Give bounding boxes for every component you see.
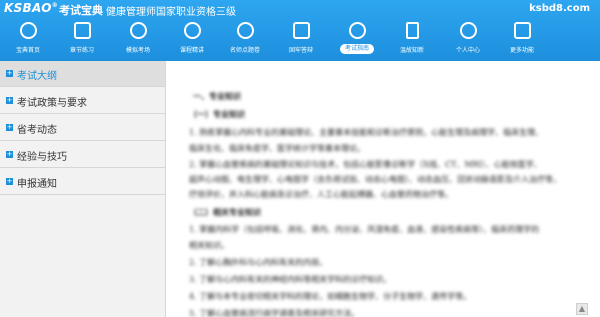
nav-item-profile[interactable]: 个人中心 [448,18,488,61]
home-icon [19,22,37,39]
sidebar-item-exam-outline[interactable]: + 考试大纲 [0,61,165,87]
paragraph-line: 临床生化、临床免疫学、医学统计学等基本理论。 [189,144,365,153]
user-icon [459,22,477,39]
scroll-top-button[interactable]: ▲ [576,303,588,315]
clock-icon [129,22,147,39]
paragraph-line: 超声心动图、电生理学、心电图学（含负荷试验、动态心电图）、动态血压、冠状动脉造影… [189,175,561,184]
sidebar-item-label: 省考动态 [17,125,57,136]
main-nav: 宝典首页 章节练习 模拟考场 课程精讲 名师点题卷 固牢答辩 考试指南 温故知新… [0,18,600,61]
ksbao-logo[interactable]: KSBAO® [4,1,58,15]
sidebar-item-policy[interactable]: + 考试政策与要求 [0,88,165,114]
paragraph-line: 2. 了解心胸外科与心内科有关的内容。 [189,258,328,267]
sidebar-item-province-news[interactable]: + 省考动态 [0,115,165,141]
nav-item-chapter-practice[interactable]: 章节练习 [62,18,102,61]
section-heading: 一、专业知识 [193,91,241,101]
subsection-heading: （二）相关专业知识 [189,207,261,217]
grid-icon [513,22,531,39]
nav-label: 章节练习 [69,47,94,54]
nav-label: 固牢答辩 [288,47,313,54]
nav-label: 名师点题卷 [229,47,260,54]
play-icon [183,22,201,39]
sidebar-item-label: 考试政策与要求 [17,98,87,109]
paragraph-line: 疗效评价，并入科心脏病急诊治疗、人工心脏起搏器、心血管药物治疗等。 [189,190,453,199]
plus-icon: + [6,96,13,104]
sidebar-item-application-notice[interactable]: + 申报通知 [0,169,165,195]
group-icon [292,22,310,39]
nav-label: 考试指南 [340,44,374,54]
paragraph-line: 1. 掌握内科学（包括呼吸、消化、肾内、内分泌、风湿免疫、血液、感染性疾病等）、… [189,225,540,234]
plus-icon: + [6,69,13,77]
nav-label: 模拟考场 [125,47,150,54]
nav-label: 更多功能 [509,47,534,54]
nav-item-home[interactable]: 宝典首页 [8,18,48,61]
nav-item-mock-exam[interactable]: 模拟考场 [118,18,158,61]
nav-item-review[interactable]: 温故知新 [392,18,432,61]
subsection-heading: （一）专业知识 [189,109,245,119]
app-header: KSBAO® 考试宝典 健康管理师国家职业资格三级 ksbd8.com 宝典首页… [0,0,600,61]
nav-item-courses[interactable]: 课程精讲 [172,18,212,61]
target-icon [236,22,254,39]
sidebar-item-tips[interactable]: + 经验与技巧 [0,142,165,168]
nav-label: 温故知新 [399,47,424,54]
compass-icon [348,22,366,39]
exam-subject-title: 健康管理师国家职业资格三级 [106,7,236,18]
nav-label: 课程精讲 [179,47,204,54]
guide-text: 一、专业知识 （一）专业知识 1. 熟练掌握心内科专业的基础理论、主要基本技能和… [167,61,600,317]
paragraph-line: 1. 熟练掌握心内科专业的基础理论、主要基本技能和诊断治疗原则，心脏生理及病理学… [189,128,544,137]
notes-icon [405,22,419,39]
nav-label: 宝典首页 [15,47,40,54]
sidebar-item-label: 考试大纲 [17,71,57,82]
sidebar-item-label: 申报通知 [17,179,57,190]
plus-icon: + [6,150,13,158]
brand-bar: KSBAO® 考试宝典 健康管理师国家职业资格三级 ksbd8.com [0,0,600,18]
plus-icon: + [6,177,13,185]
paragraph-line: 相关知识。 [189,241,229,250]
book-icon [73,22,91,39]
nav-label: 个人中心 [455,47,480,54]
paragraph-line: 5. 了解心血管病流行病学调查及相关研究方法。 [189,309,360,317]
paragraph-line: 3. 了解与心内科有关的神经内科等相关学科的诊疗知识。 [189,275,392,284]
nav-item-qa[interactable]: 固牢答辩 [281,18,321,61]
plus-icon: + [6,123,13,131]
sidebar: + 考试大纲 + 考试政策与要求 + 省考动态 + 经验与技巧 + 申报通知 [0,61,166,317]
nav-item-teacher-papers[interactable]: 名师点题卷 [225,18,265,61]
nav-item-more[interactable]: 更多功能 [502,18,542,61]
paragraph-line: 2. 掌握心血管疾病的基础理论知识与技术，包括心脏影像诊断学（X线、CT、MRI… [189,160,542,169]
sidebar-item-label: 经验与技巧 [17,152,67,163]
nav-item-exam-guide[interactable]: 考试指南 [337,18,377,61]
guide-content: 一、专业知识 （一）专业知识 1. 熟练掌握心内科专业的基础理论、主要基本技能和… [167,61,600,317]
app-name: 考试宝典 [59,4,103,17]
site-url[interactable]: ksbd8.com [529,3,590,14]
paragraph-line: 4. 了解与本专业密切相关学科的理论，如细胞生物学、分子生物学、遗传学等。 [189,292,472,301]
